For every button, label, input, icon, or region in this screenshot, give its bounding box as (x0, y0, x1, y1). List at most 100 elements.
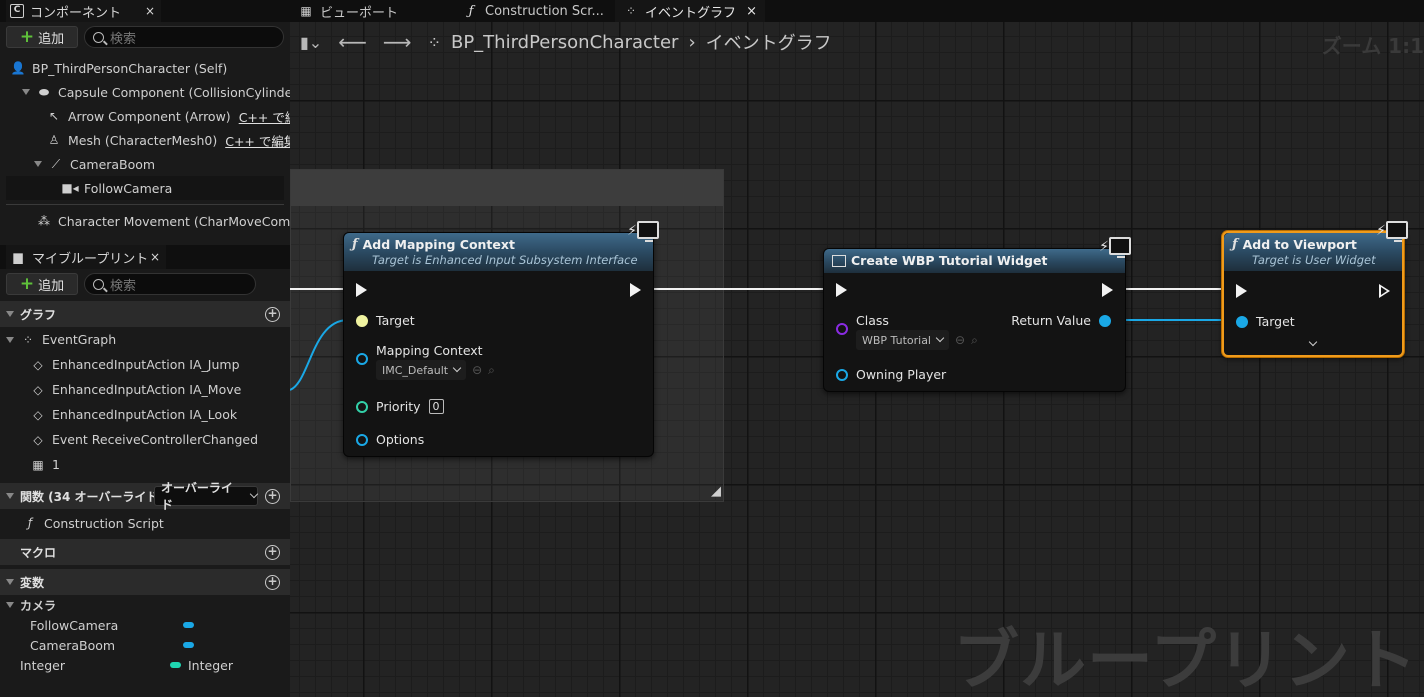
exec-out-pin[interactable] (630, 283, 641, 297)
search-icon (93, 31, 104, 43)
browse-icon[interactable]: ⌕ (488, 363, 495, 378)
functions-section-header[interactable]: 関数 (34 オーバーライド可 オーバーライド + (0, 481, 290, 512)
node-create-widget[interactable]: Create WBP Tutorial Widget ⚡ Class WBP T… (823, 237, 1131, 392)
collapse-arrow-icon[interactable] (6, 579, 14, 585)
expand-arrow-icon[interactable] (22, 89, 30, 95)
graph-item-event[interactable]: ◇ EnhancedInputAction IA_Jump (0, 352, 290, 377)
expand-chevron-icon[interactable] (1308, 337, 1318, 347)
tree-item-arrow[interactable]: ↖ Arrow Component (Arrow) C++ で編集 (0, 104, 290, 128)
add-function-icon[interactable]: + (265, 488, 280, 504)
node-add-to-viewport[interactable]: ƒ Add to Viewport Target is User Widget … (1222, 221, 1408, 357)
variables-section-header[interactable]: 変数 + (0, 569, 290, 595)
collapse-arrow-icon[interactable] (6, 311, 14, 317)
collapse-arrow-icon[interactable] (6, 602, 14, 608)
mapping-context-dropdown[interactable]: IMC_Default (376, 360, 467, 380)
object-wire (290, 319, 349, 391)
event-graph-canvas[interactable]: ◢ ▮⌄ ⟵ ⟶ ⁘ BP_ThirdPersonCharacter › イベン… (290, 22, 1424, 697)
override-dropdown[interactable]: オーバーライド (154, 481, 259, 512)
variable-item-integer[interactable]: Integer Integer (0, 655, 290, 675)
tree-item-mesh[interactable]: ♙ Mesh (CharacterMesh0) C++ で編集 (0, 128, 290, 152)
add-component-button[interactable]: + 追加 (6, 26, 78, 48)
close-icon[interactable]: × (145, 4, 155, 18)
add-member-button[interactable]: + 追加 (6, 273, 78, 295)
close-icon[interactable]: × (150, 250, 160, 264)
tree-item-capsule[interactable]: ⬬ Capsule Component (CollisionCylinder) (0, 80, 290, 104)
class-dropdown[interactable]: WBP Tutorial (856, 330, 949, 350)
event-icon: ◇ (33, 407, 43, 422)
object-type-pill (183, 642, 194, 648)
back-arrow-icon[interactable]: ⟵ (338, 30, 367, 54)
forward-arrow-icon[interactable]: ⟶ (383, 30, 412, 54)
add-graph-icon[interactable]: + (265, 306, 280, 322)
graph-item-eventgraph[interactable]: ⁘ EventGraph (0, 327, 290, 352)
myblueprint-tab[interactable]: ▆ マイブループリント × (6, 245, 166, 269)
exec-in-pin[interactable] (836, 283, 847, 297)
graph-item-event[interactable]: ◇ EnhancedInputAction IA_Move (0, 377, 290, 402)
priority-input[interactable]: 0 (428, 399, 444, 414)
pin-return-value[interactable]: Return Value (1011, 313, 1111, 328)
graph-section-header[interactable]: グラフ + (0, 301, 290, 327)
node-header[interactable]: ƒ Add to Viewport Target is User Widget … (1224, 221, 1408, 271)
pin-target[interactable]: Target (356, 313, 415, 328)
graph-icon: ⁘ (427, 32, 441, 52)
collapse-arrow-icon[interactable] (6, 493, 14, 499)
use-selected-icon[interactable]: ⊖ (472, 363, 482, 377)
tab-event-graph[interactable]: ⁘ イベントグラフ × (615, 0, 765, 22)
myblueprint-search-input[interactable]: 検索 (84, 273, 256, 295)
tab-construction-script[interactable]: ƒ Construction Scr... (455, 0, 615, 22)
close-icon[interactable]: × (746, 4, 757, 19)
edit-in-cpp-link[interactable]: C++ で編集 (225, 131, 290, 150)
graph-item-keyboard[interactable]: ▦ 1 (0, 452, 290, 477)
pin-class[interactable]: Class WBP Tutorial ⊖ ⌕ (836, 313, 978, 350)
graph-item-event[interactable]: ◇ Event ReceiveControllerChanged (0, 427, 290, 452)
exec-in-pin[interactable] (1236, 284, 1247, 298)
edit-in-cpp-link[interactable]: C++ で編集 (239, 107, 290, 126)
expand-arrow-icon[interactable] (6, 336, 14, 343)
expand-arrow-icon[interactable] (34, 161, 42, 167)
breadcrumb-separator: › (688, 31, 696, 53)
pin-options[interactable]: Options (356, 432, 424, 447)
chevron-down-icon (452, 363, 462, 373)
browse-icon[interactable]: ⌕ (971, 333, 978, 348)
graph-icon: ⁘ (22, 332, 34, 347)
node-add-mapping-context[interactable]: ƒ Add Mapping Context Target is Enhanced… (343, 221, 659, 457)
breadcrumb-root[interactable]: BP_ThirdPersonCharacter (451, 32, 678, 53)
pin-mapping-context[interactable]: Mapping Context IMC_Default ⊖ ⌕ (356, 343, 495, 380)
pin-label: Priority (376, 399, 421, 414)
component-tree: 👤 BP_ThirdPersonCharacter (Self) ⬬ Capsu… (0, 56, 290, 233)
use-selected-icon[interactable]: ⊖ (955, 333, 965, 347)
variable-item-followcamera[interactable]: FollowCamera (0, 615, 290, 635)
pin-target[interactable]: Target (1236, 314, 1295, 329)
exec-out-pin[interactable] (1379, 284, 1390, 298)
graph-section-label: グラフ (20, 307, 57, 322)
bookmark-icon[interactable]: ▮⌄ (300, 33, 322, 52)
pin-owning-player[interactable]: Owning Player (836, 367, 946, 382)
components-tab-label: コンポーネント (30, 5, 122, 21)
tab-viewport[interactable]: ▦ ビューポート (290, 0, 455, 22)
tree-item-followcamera[interactable]: ■◂ FollowCamera (6, 176, 284, 200)
exec-pin-icon (356, 283, 367, 297)
tree-item-cameraboom[interactable]: ⟋ CameraBoom (0, 152, 290, 176)
tree-item-movement[interactable]: ⁂ Character Movement (CharMoveComp) (0, 209, 290, 233)
exec-in-pin[interactable] (356, 283, 367, 297)
macro-section-header[interactable]: マクロ + (0, 539, 290, 565)
add-macro-icon[interactable]: + (265, 544, 280, 560)
components-tab[interactable]: C コンポーネント × (6, 0, 161, 22)
node-header[interactable]: ƒ Add Mapping Context Target is Enhanced… (344, 221, 659, 271)
add-variable-icon[interactable]: + (265, 574, 280, 590)
exec-pin-icon (1236, 284, 1247, 298)
monitor-icon (1386, 221, 1408, 242)
variable-item-cameraboom[interactable]: CameraBoom (0, 635, 290, 655)
tree-item-self[interactable]: 👤 BP_ThirdPersonCharacter (Self) (0, 56, 290, 80)
function-item-construction[interactable]: ƒ Construction Script (0, 509, 290, 537)
variable-category-label: カメラ (20, 598, 57, 613)
pin-priority[interactable]: Priority 0 (356, 399, 444, 414)
components-search-input[interactable]: 検索 (84, 26, 284, 48)
graph-item-event[interactable]: ◇ EnhancedInputAction IA_Look (0, 402, 290, 427)
variables-section-label: 変数 (20, 575, 45, 590)
node-header[interactable]: Create WBP Tutorial Widget ⚡ (824, 237, 1131, 273)
exec-out-pin[interactable] (1102, 283, 1113, 297)
function-item-label: Construction Script (44, 515, 164, 531)
pin-label: Owning Player (856, 367, 947, 382)
variable-category-camera[interactable]: カメラ (0, 595, 290, 615)
